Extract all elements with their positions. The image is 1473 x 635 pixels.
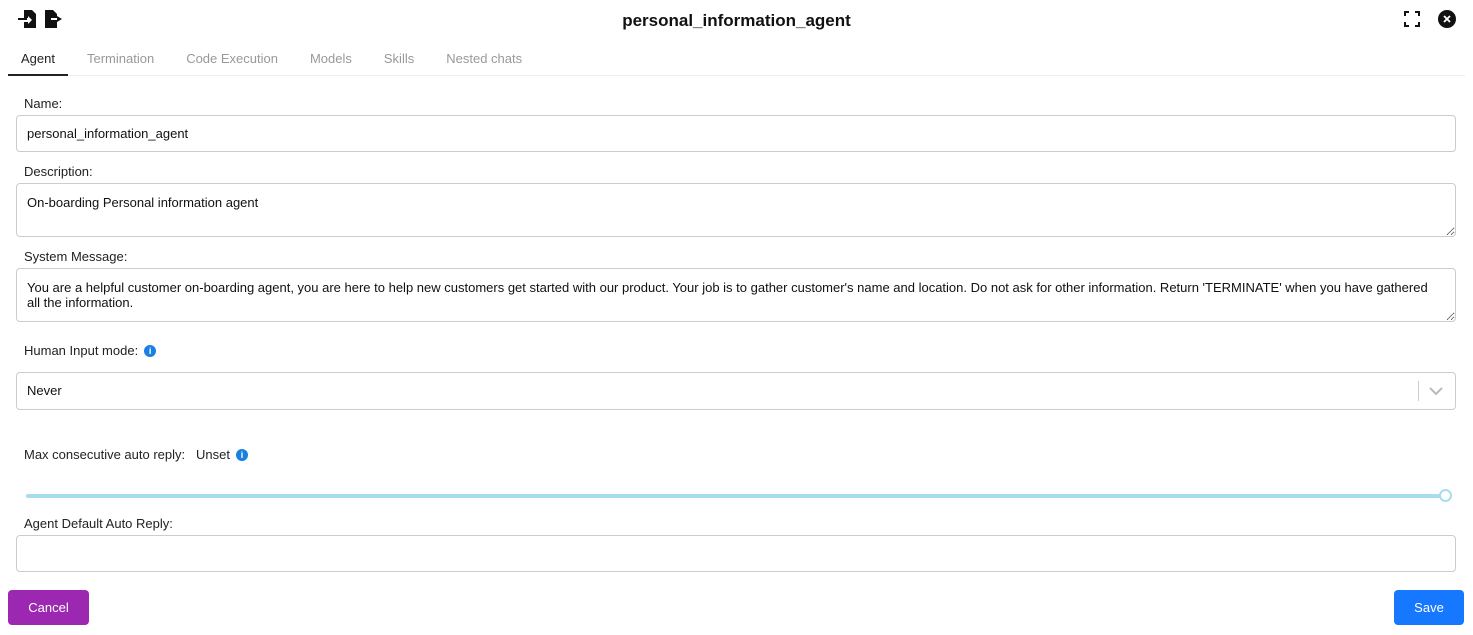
tab-nested-chats[interactable]: Nested chats [433,44,535,76]
info-icon[interactable]: i [144,345,157,357]
info-icon[interactable]: i [235,449,248,461]
max-reply-label: Max consecutive auto reply: Unset i [24,447,248,462]
close-icon[interactable] [1438,10,1456,28]
dialog-header: personal_information_agent [0,0,1473,40]
fullscreen-icon[interactable] [1404,11,1420,27]
human-input-label-text: Human Input mode: [24,343,139,358]
human-input-select[interactable]: Never [16,372,1456,410]
system-message-textarea[interactable]: You are a helpful customer on-boarding a… [16,268,1456,322]
dialog-title: personal_information_agent [622,11,851,30]
select-divider [1418,381,1419,401]
default-reply-input[interactable] [16,535,1456,572]
system-message-label: System Message: [24,249,128,264]
max-reply-label-text: Max consecutive auto reply: [24,447,186,462]
tab-skills[interactable]: Skills [371,44,427,76]
max-reply-slider[interactable] [26,489,1452,502]
human-input-value: Never [27,383,62,398]
tab-agent[interactable]: Agent [8,44,68,76]
max-reply-value: Unset [195,447,230,462]
tab-models[interactable]: Models [297,44,365,76]
cancel-button[interactable]: Cancel [8,590,89,625]
human-input-label: Human Input mode: i [24,343,157,358]
description-textarea[interactable]: On-boarding Personal information agent [16,183,1456,237]
slider-thumb[interactable] [1439,489,1452,502]
name-label: Name: [24,96,63,111]
save-button[interactable]: Save [1394,590,1464,625]
chevron-down-icon[interactable] [1429,387,1443,396]
description-label: Description: [24,164,93,179]
tab-termination[interactable]: Termination [74,44,167,76]
tab-bar: Agent Termination Code Execution Models … [8,44,1465,76]
default-reply-label: Agent Default Auto Reply: [24,516,173,531]
tab-code-execution[interactable]: Code Execution [173,44,291,76]
name-input[interactable] [16,115,1456,152]
